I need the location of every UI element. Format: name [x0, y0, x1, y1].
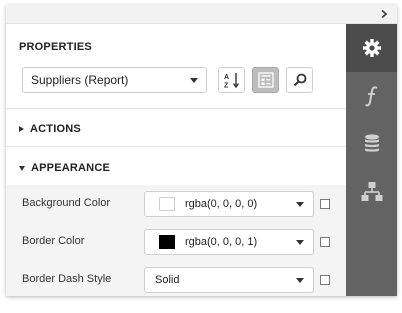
property-value: rgba(0, 0, 0, 0) [185, 198, 258, 210]
svg-text:Z: Z [224, 83, 229, 90]
property-label: Border Dash Style [22, 273, 112, 285]
color-swatch [159, 235, 175, 249]
properties-panel: PROPERTIES Suppliers (Report) A Z ACTION… [6, 5, 397, 296]
report-select-value: Suppliers (Report) [31, 73, 129, 87]
border-dash-style-select[interactable]: Solid [144, 267, 314, 293]
reset-checkbox[interactable] [320, 237, 330, 247]
svg-text:A: A [224, 74, 229, 81]
border-color-editor[interactable]: rgba(0, 0, 0, 1) [144, 229, 314, 255]
property-row-border-dash-style: Border Dash Style Solid [6, 261, 346, 296]
side-tab-rail [346, 24, 397, 296]
property-row-background-color: Background Color rgba(0, 0, 0, 0) [6, 185, 346, 223]
dropdown-caret-icon [190, 78, 198, 83]
divider [6, 146, 346, 147]
search-icon [293, 73, 306, 87]
tab-properties[interactable] [346, 24, 397, 72]
dropdown-caret-icon [296, 240, 304, 245]
appearance-properties: Background Color rgba(0, 0, 0, 0) Border… [6, 185, 346, 296]
actions-group-label: ACTIONS [30, 123, 81, 135]
sort-alphabetical-icon: A Z [224, 73, 239, 90]
collapse-panel-button[interactable] [377, 7, 391, 21]
categorized-view-button[interactable] [252, 67, 279, 93]
property-value: Solid [155, 274, 180, 286]
expand-arrow-icon [19, 126, 24, 132]
property-label: Background Color [22, 197, 111, 209]
color-swatch [159, 197, 175, 211]
search-button[interactable] [286, 67, 313, 93]
property-value: rgba(0, 0, 0, 1) [185, 236, 258, 248]
properties-title: PROPERTIES [19, 41, 92, 53]
categorized-view-icon [257, 72, 274, 88]
tab-data-source[interactable] [346, 120, 397, 168]
panel-topbar [6, 5, 397, 24]
actions-group-header[interactable]: ACTIONS [19, 121, 81, 137]
property-label: Border Color [22, 235, 85, 247]
reset-checkbox[interactable] [320, 275, 330, 285]
divider [6, 108, 346, 109]
reset-checkbox[interactable] [320, 199, 330, 209]
appearance-group-label: APPEARANCE [31, 162, 111, 174]
property-row-border-color: Border Color rgba(0, 0, 0, 1) [6, 223, 346, 261]
sort-alphabetical-button[interactable]: A Z [218, 67, 245, 93]
collapse-arrow-icon [19, 165, 25, 171]
background-color-editor[interactable]: rgba(0, 0, 0, 0) [144, 191, 314, 217]
chevron-right-icon [381, 9, 388, 19]
properties-content: PROPERTIES Suppliers (Report) A Z ACTION… [6, 24, 346, 296]
function-icon [364, 86, 377, 107]
tab-expressions[interactable] [346, 72, 397, 120]
tab-report-explorer[interactable] [346, 168, 397, 216]
dropdown-caret-icon [296, 202, 304, 207]
gear-icon [362, 39, 381, 57]
database-icon [364, 134, 379, 152]
appearance-group-header[interactable]: APPEARANCE [19, 160, 110, 176]
report-select[interactable]: Suppliers (Report) [22, 67, 207, 93]
hierarchy-icon [361, 182, 382, 201]
dropdown-caret-icon [296, 278, 304, 283]
